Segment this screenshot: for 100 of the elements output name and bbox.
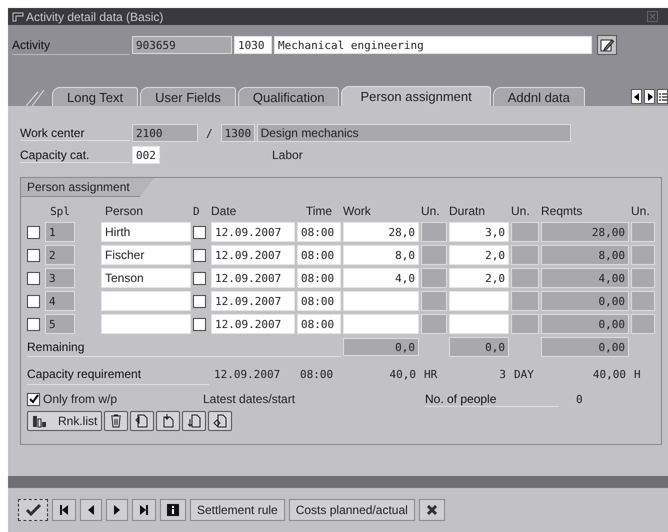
row-number-cell: 5 <box>45 314 75 334</box>
time-field[interactable]: 08:00 <box>297 291 341 311</box>
row-number-cell: 4 <box>45 291 75 311</box>
next-icon[interactable] <box>106 499 128 521</box>
time-field[interactable]: 08:00 <box>297 314 341 334</box>
date-field[interactable]: 12.09.2007 <box>211 291 295 311</box>
time-text: 08:00 <box>299 367 334 383</box>
work-field[interactable]: 4,0 <box>343 268 419 288</box>
work-field[interactable]: 8,0 <box>343 245 419 265</box>
latest-dates-text: Latest dates/start <box>203 392 296 406</box>
document-icon[interactable] <box>130 411 154 431</box>
work-field[interactable]: 28,0 <box>343 222 419 242</box>
time-field[interactable]: 08:00 <box>297 268 341 288</box>
unit-field <box>631 268 655 288</box>
last-page-icon[interactable] <box>132 499 156 521</box>
description-field[interactable]: Mechanical engineering <box>274 36 592 54</box>
unit-field <box>511 291 539 311</box>
requirement-field: 8,00 <box>541 245 629 265</box>
duration-field[interactable]: 2,0 <box>449 268 509 288</box>
person-field[interactable]: Hirth <box>101 222 191 242</box>
tab[interactable]: User Fields <box>140 87 236 106</box>
remaining-duration-field: 0,0 <box>449 337 509 357</box>
people-count: 0 <box>575 392 584 406</box>
window-title: Activity detail data (Basic) <box>26 10 164 24</box>
row-checkbox[interactable] <box>27 318 40 330</box>
info-icon[interactable] <box>160 499 186 521</box>
person-field[interactable] <box>101 291 191 311</box>
edit-icon[interactable] <box>597 35 617 55</box>
time-field[interactable]: 08:00 <box>297 222 341 242</box>
ranking-list-button[interactable]: Rnk.list <box>27 411 102 431</box>
work-center-field: 1300 <box>220 124 255 142</box>
plant-field: 2100 <box>132 124 198 142</box>
first-page-icon[interactable] <box>52 499 76 521</box>
column-header: Work <box>343 203 372 219</box>
row-checkbox[interactable] <box>27 226 40 238</box>
capacity-requirement-label: Capacity requirement <box>27 364 209 385</box>
activity-code-field[interactable]: 1030 <box>234 36 272 54</box>
column-header: Date <box>211 203 238 219</box>
document-icon[interactable] <box>208 411 232 431</box>
row-checkbox[interactable] <box>193 226 206 238</box>
work-field[interactable] <box>343 291 419 311</box>
row-checkbox[interactable] <box>193 318 206 330</box>
row-checkbox[interactable] <box>193 272 206 284</box>
person-field[interactable] <box>101 314 191 334</box>
column-header: Person <box>104 203 144 219</box>
date-field[interactable]: 12.09.2007 <box>211 245 295 265</box>
document-icon[interactable] <box>182 411 206 431</box>
row-checkbox[interactable] <box>193 294 206 308</box>
document-icon[interactable] <box>156 411 180 431</box>
remaining-label: Remaining <box>27 338 341 356</box>
column-header: D <box>193 204 201 219</box>
duration-field[interactable] <box>449 291 509 311</box>
scroll-right-icon[interactable] <box>644 89 655 104</box>
date-text: 12.09.2007 <box>213 367 282 383</box>
row-checkbox[interactable] <box>27 272 40 284</box>
tab-list-icon[interactable] <box>657 89 668 104</box>
previous-icon[interactable] <box>80 499 102 521</box>
unit-text: H <box>633 367 642 383</box>
person-field[interactable]: Tenson <box>101 268 191 288</box>
date-field[interactable]: 12.09.2007 <box>211 222 295 242</box>
delete-icon[interactable] <box>104 411 128 431</box>
cancel-icon[interactable] <box>418 499 445 521</box>
column-header: Spl <box>49 204 71 219</box>
bar-chart-icon <box>32 414 48 428</box>
work-text: 40,0 <box>388 367 417 383</box>
requirement-field: 28,00 <box>541 222 629 242</box>
row-checkbox[interactable] <box>27 248 40 262</box>
field-label: Capacity cat. <box>20 148 130 162</box>
capacity-category-field[interactable]: 002 <box>132 146 160 164</box>
footer-button[interactable]: Costs planned/actual <box>288 499 415 521</box>
scroll-left-icon[interactable] <box>631 89 642 104</box>
confirm-icon[interactable] <box>18 499 48 521</box>
unit-field <box>421 222 447 242</box>
row-number-cell: 1 <box>45 222 75 242</box>
duration-field[interactable] <box>449 314 509 334</box>
date-field[interactable]: 12.09.2007 <box>211 268 295 288</box>
tab[interactable]: Person assignment <box>341 86 491 106</box>
duration-field[interactable]: 3,0 <box>449 222 509 242</box>
row-checkbox[interactable] <box>27 294 40 308</box>
remaining-work-field: 0,0 <box>343 338 419 356</box>
unit-field <box>631 245 655 265</box>
tab[interactable]: Addnl data <box>492 87 585 106</box>
duration-field[interactable]: 2,0 <box>449 245 509 265</box>
capacity-category-text: Labor <box>272 148 303 162</box>
footer-button[interactable]: Settlement rule <box>190 499 285 521</box>
row-checkbox[interactable] <box>193 248 206 262</box>
person-field[interactable]: Fischer <box>101 245 191 265</box>
time-field[interactable]: 08:00 <box>297 245 341 265</box>
work-field[interactable] <box>343 314 419 334</box>
date-field[interactable]: 12.09.2007 <box>211 314 295 334</box>
duration-text: 3 <box>498 367 507 383</box>
unit-field <box>421 314 447 334</box>
requirement-field: 4,00 <box>541 268 629 288</box>
only-from-wp-checkbox[interactable] <box>27 392 40 406</box>
tab[interactable]: Long Text <box>52 87 138 106</box>
tab[interactable]: Qualification <box>238 87 340 106</box>
unit-field <box>511 314 539 334</box>
group-title: Person assignment <box>21 178 154 197</box>
unit-field <box>631 222 655 242</box>
window-icon <box>12 12 24 22</box>
